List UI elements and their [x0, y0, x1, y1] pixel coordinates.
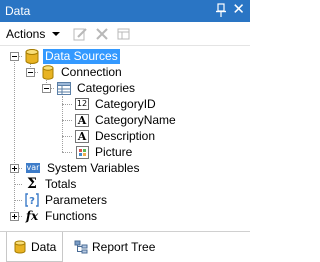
edit-icon[interactable] — [72, 26, 88, 42]
pin-icon[interactable] — [214, 3, 228, 19]
table-icon — [56, 80, 72, 96]
variable-icon: var — [25, 163, 41, 173]
bottom-tab-bar: Data Report Tree — [0, 231, 250, 262]
connection-icon — [40, 64, 56, 80]
tree-item-label: Functions — [45, 208, 98, 223]
image-field-icon — [74, 144, 90, 160]
delete-icon[interactable] — [94, 26, 110, 42]
tree-item-label: Picture — [95, 144, 133, 159]
tree-item-totals[interactable]: Σ Totals — [24, 176, 78, 192]
panel-title-bar: Data ✕ — [0, 0, 250, 22]
tree-item-label: Data Sources — [43, 48, 120, 64]
tree-item-parameters[interactable]: ? Parameters — [24, 192, 109, 208]
expand-functions-toggle[interactable] — [10, 212, 19, 221]
database-icon — [13, 240, 27, 254]
collapse-categories-toggle[interactable] — [42, 84, 51, 93]
tree-item-data-sources[interactable]: Data Sources — [24, 48, 120, 64]
tab-data[interactable]: Data — [6, 232, 64, 262]
svg-text:?: ? — [29, 196, 35, 207]
panel-title: Data — [5, 4, 31, 18]
sum-icon: Σ — [27, 176, 37, 192]
number-field-icon: 12 — [74, 98, 90, 110]
tree-item-label: CategoryName — [95, 112, 176, 127]
text-field-icon: A — [74, 112, 90, 128]
tree-item-field[interactable]: A Description — [74, 128, 157, 144]
function-icon: fx — [25, 209, 39, 223]
tab-report-tree[interactable]: Report Tree — [68, 232, 161, 262]
tree-item-label: CategoryID — [95, 96, 156, 111]
tree-item-connection[interactable]: Connection — [40, 64, 124, 80]
tree-item-label: Totals — [45, 176, 77, 191]
tree-item-label: Description — [95, 128, 156, 143]
toolbar: Actions — [0, 22, 250, 46]
data-tree: Data Sources Connection Categories 12 Ca… — [0, 47, 250, 230]
tab-data-label: Data — [31, 239, 57, 254]
actions-menu-button[interactable]: Actions — [6, 27, 45, 41]
tree-item-label: Connection — [61, 64, 122, 79]
parameter-icon: ? — [24, 192, 40, 208]
tree-item-field[interactable]: A CategoryName — [74, 112, 178, 128]
close-icon[interactable]: ✕ — [232, 2, 245, 18]
tree-item-label: Categories — [77, 80, 136, 95]
tree-item-field[interactable]: 12 CategoryID — [74, 96, 158, 112]
database-icon — [24, 48, 40, 64]
expand-system-variables-toggle[interactable] — [10, 164, 19, 173]
tree-item-system-variables[interactable]: var System Variables — [24, 160, 141, 176]
tab-report-tree-label: Report Tree — [92, 240, 156, 254]
tree-item-field[interactable]: Picture — [74, 144, 134, 160]
text-field-icon: A — [74, 128, 90, 144]
collapse-connection-toggle[interactable] — [26, 68, 35, 77]
tree-item-categories[interactable]: Categories — [56, 80, 137, 96]
collapse-data-sources-toggle[interactable] — [10, 52, 19, 61]
chevron-down-icon[interactable] — [52, 32, 60, 36]
report-tree-icon — [74, 240, 88, 254]
tree-item-label: Parameters — [45, 192, 108, 207]
tree-item-functions[interactable]: fx Functions — [24, 208, 99, 224]
tree-item-label: System Variables — [47, 160, 140, 175]
table-view-icon[interactable] — [116, 26, 132, 42]
